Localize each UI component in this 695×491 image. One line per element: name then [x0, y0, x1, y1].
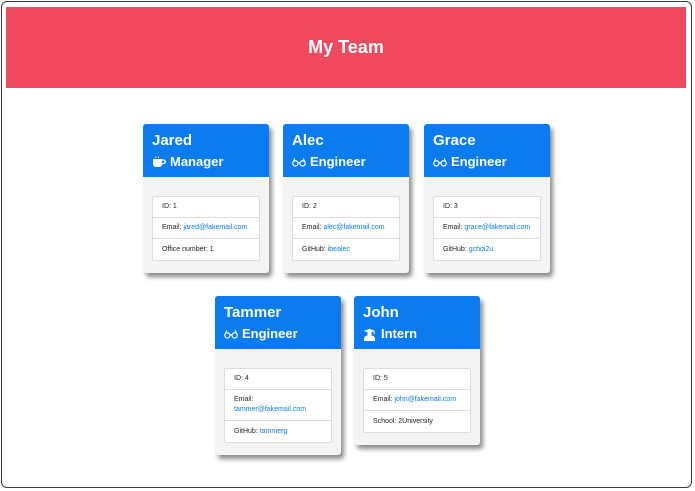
- employee-email-row: Email: jared@fakemail.com: [153, 218, 259, 239]
- employee-email-row: Email: tammer@fakemail.com: [225, 390, 331, 421]
- email-label: Email:: [443, 224, 463, 231]
- github-row: GitHub: tammerg: [225, 421, 331, 442]
- employee-role: Manager: [152, 154, 260, 169]
- email-label: Email:: [373, 396, 393, 403]
- email-link[interactable]: grace@fakemail.com: [464, 223, 530, 233]
- employee-name: Alec: [292, 132, 324, 149]
- github-link[interactable]: tammerg: [260, 427, 288, 437]
- employee-role: Engineer: [433, 154, 541, 169]
- employee-id: ID: 1: [153, 197, 259, 218]
- employee-role-label: Engineer: [310, 154, 366, 169]
- employee-card-tammer: Tammer Engineer ID: 4 Email: tammer@fake…: [215, 296, 341, 455]
- employee-role-label: Engineer: [242, 326, 298, 341]
- email-link[interactable]: alec@fakemail.com: [323, 223, 384, 233]
- employee-name: John: [363, 304, 399, 321]
- card-body: ID: 2 Email: alec@fakemail.com GitHub: i…: [283, 177, 409, 273]
- employee-role-label: Engineer: [451, 154, 507, 169]
- card-body: ID: 5 Email: john@fakemail.com School: 2…: [354, 349, 480, 445]
- github-label: GitHub:: [234, 427, 258, 435]
- email-link[interactable]: tammer@fakemail.com: [234, 405, 306, 415]
- github-row: GitHub: ibealec: [293, 239, 399, 260]
- info-list: ID: 1 Email: jared@fakemail.com Office n…: [152, 196, 260, 261]
- page-title: My Team: [308, 37, 384, 57]
- employee-card-jared: Jared Manager ID: 1 Email: jared@fakemai…: [143, 124, 269, 273]
- school-row: School: 2University: [373, 417, 433, 425]
- employee-email-row: Email: john@fakemail.com: [364, 390, 470, 411]
- email-link[interactable]: jared@fakemail.com: [183, 223, 247, 233]
- glasses-icon: [292, 156, 306, 168]
- employee-card-john: John Intern ID: 5 Email: john@fakemail.c…: [354, 296, 480, 445]
- employee-id: ID: 3: [434, 197, 540, 218]
- office-number: Office number: 1: [162, 245, 214, 253]
- card-header: John Intern: [354, 296, 480, 349]
- card-header: Tammer Engineer: [215, 296, 341, 349]
- card-body: ID: 1 Email: jared@fakemail.com Office n…: [143, 177, 269, 273]
- github-link[interactable]: gchoi2u: [469, 245, 494, 255]
- employee-role: Engineer: [224, 326, 332, 341]
- employee-email-row: Email: grace@fakemail.com: [434, 218, 540, 239]
- github-link[interactable]: ibealec: [328, 245, 350, 255]
- card-body: ID: 3 Email: grace@fakemail.com GitHub: …: [424, 177, 550, 273]
- info-list: ID: 5 Email: john@fakemail.com School: 2…: [363, 368, 471, 433]
- github-label: GitHub:: [302, 245, 326, 253]
- employee-role: Engineer: [292, 154, 400, 169]
- employee-role-label: Manager: [170, 154, 224, 169]
- employee-card-alec: Alec Engineer ID: 2 Email: alec@fakemail…: [283, 124, 409, 273]
- employee-role: Intern: [363, 326, 471, 341]
- card-header: Grace Engineer: [424, 124, 550, 177]
- employee-role-label: Intern: [381, 326, 418, 341]
- employee-name: Tammer: [224, 304, 282, 321]
- info-list: ID: 2 Email: alec@fakemail.com GitHub: i…: [292, 196, 400, 261]
- employee-card-grace: Grace Engineer ID: 3 Email: grace@fakema…: [424, 124, 550, 273]
- employee-name: Jared: [152, 132, 193, 149]
- employee-name: Grace: [433, 132, 476, 149]
- employee-id: ID: 5: [364, 369, 470, 390]
- employee-email-row: Email: alec@fakemail.com: [293, 218, 399, 239]
- github-label: GitHub:: [443, 245, 467, 253]
- employee-id: ID: 2: [293, 197, 399, 218]
- glasses-icon: [224, 328, 238, 340]
- github-row: GitHub: gchoi2u: [434, 239, 540, 260]
- email-label: Email:: [302, 224, 322, 231]
- employee-id: ID: 4: [225, 369, 331, 390]
- graduate-icon: [363, 328, 377, 341]
- card-header: Jared Manager: [143, 124, 269, 177]
- email-link[interactable]: john@fakemail.com: [394, 395, 456, 405]
- card-body: ID: 4 Email: tammer@fakemail.com GitHub:…: [215, 349, 341, 455]
- info-list: ID: 3 Email: grace@fakemail.com GitHub: …: [433, 196, 541, 261]
- glasses-icon: [433, 156, 447, 168]
- page-header: My Team: [6, 7, 686, 88]
- mug-icon: [152, 156, 166, 168]
- card-header: Alec Engineer: [283, 124, 409, 177]
- email-label: Email:: [234, 396, 254, 403]
- email-label: Email:: [162, 224, 182, 231]
- info-list: ID: 4 Email: tammer@fakemail.com GitHub:…: [224, 368, 332, 443]
